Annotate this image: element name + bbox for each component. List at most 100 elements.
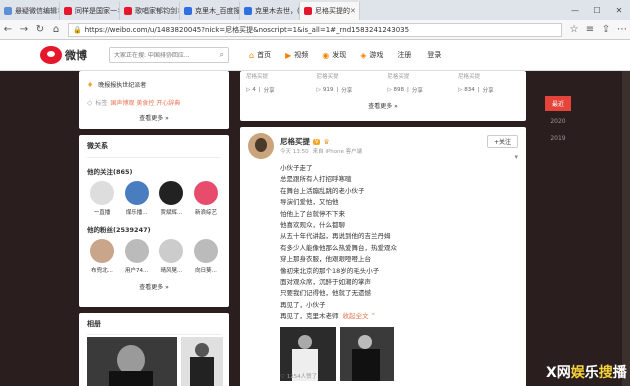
relation-name: 一直播 — [93, 210, 111, 216]
refresh-icon[interactable]: ↻ — [32, 24, 48, 35]
photo-thumb-1[interactable] — [87, 337, 177, 386]
post-line-text: 只要我们记得他，他就了无遗憾 — [280, 289, 371, 298]
video-stats: ▷ 4 | 分享 — [246, 86, 308, 94]
tags-value[interactable]: 国声博观 美食控 开心辞典 — [110, 98, 180, 107]
like-icon: ♡ — [280, 374, 287, 380]
nav-item-label: 游戏 — [369, 51, 384, 59]
post-line: 在舞台上活蹦乱跳的老小伙子 — [280, 186, 500, 197]
browser-tab[interactable]: 克里木_百度搜✕ — [180, 2, 240, 20]
fans-list: 布兜北... 用户74... 晴风晃... 向日葵... — [87, 239, 221, 274]
tags-label: 标签 — [95, 100, 108, 107]
search-input[interactable] — [114, 51, 220, 59]
author-name[interactable]: 尼格买提 — [280, 136, 310, 147]
url-text: https://weibo.com/u/1483820045?nick=尼格买提… — [84, 25, 410, 34]
year-item[interactable]: 2020 — [545, 115, 571, 128]
tab-close-icon[interactable]: ✕ — [350, 7, 356, 15]
login-link[interactable]: 登录 — [427, 50, 441, 60]
verified-badge: V — [313, 138, 321, 145]
nav-item[interactable]: ◈ 游戏 — [360, 50, 383, 60]
video-author: 尼格买提 — [457, 74, 480, 80]
search-icon[interactable]: ⌕ — [220, 50, 224, 60]
video-share[interactable]: 分享 — [264, 86, 275, 94]
watermark-part-1: X网 — [546, 365, 571, 381]
search-box[interactable]: ⌕ — [109, 47, 229, 63]
address-bar: ← → ↻ ⌂ 🔒 https://weibo.com/u/1483820045… — [0, 20, 630, 40]
browser-tab[interactable]: 歌唱家郁钧剑✕ — [120, 2, 180, 20]
video-item[interactable]: 尼格买提 ▷ 4 | 分享 — [246, 71, 308, 94]
relation-item[interactable]: 一直播 — [87, 181, 117, 216]
browser-tab[interactable]: 同样是国家一✕ — [60, 2, 120, 20]
separator: | — [407, 87, 409, 93]
photo-thumb-2[interactable] — [181, 337, 223, 386]
post-line: 小伙子走了 — [280, 163, 500, 174]
forward-icon[interactable]: → — [16, 24, 32, 35]
favorite-icon[interactable]: ☆ — [566, 24, 582, 35]
watermark-part-2: 娱 — [570, 365, 585, 381]
year-item[interactable]: 2019 — [545, 132, 571, 145]
post-line: 有多少人能像他那么热爱舞台，热爱观众 — [280, 243, 500, 254]
profile-view-more[interactable]: 查看更多 » — [87, 113, 221, 122]
post-line-text: 再见了，克里木老师 — [280, 312, 339, 321]
nav-item[interactable]: ◉ 发现 — [322, 50, 346, 60]
browser-tab[interactable]: 悬疑微信编辑✕ — [0, 2, 60, 20]
video-strip: 尼格买提 ▷ 4 | 分享 尼格买提 ▷ 919 | 分享 尼格买提 ▷ 898 | 分享 尼格买提 ▷ 834 |… — [246, 71, 520, 94]
url-field[interactable]: 🔒 https://weibo.com/u/1483820045?nick=尼格… — [68, 22, 562, 37]
nav-item[interactable]: ⌂ 首页 — [249, 50, 271, 60]
post-line: 再见了，克里木老师 收起全文 ⌃ — [280, 311, 500, 322]
play-icon: ▷ — [246, 87, 251, 93]
video-count: 919 — [322, 87, 334, 93]
post-line: 穿上那身衣服，他艰艰噔噔上台 — [280, 254, 500, 265]
year-item[interactable]: 最近 — [545, 96, 571, 111]
relation-item[interactable]: 用户74... — [122, 239, 152, 274]
post-text: 小伙子走了 总是跟所有人打招呼寒暄 在舞台上活蹦乱跳的老小伙子 导演们爱他，又怕他 怕他… — [280, 163, 500, 381]
fans-label[interactable]: 他的粉丝(2539247) — [87, 224, 221, 234]
relation-name: 向日葵... — [195, 268, 217, 274]
avatar — [90, 239, 114, 263]
collapse-link[interactable]: 收起全文 — [343, 312, 369, 320]
relation-item[interactable]: 晴风晃... — [156, 239, 186, 274]
relation-item[interactable]: 煤乐播... — [122, 181, 152, 216]
avatar — [90, 181, 114, 205]
watermark: X网娱乐搜播 — [546, 362, 627, 382]
relation-item[interactable]: 向日葵... — [191, 239, 221, 274]
browser-tab[interactable]: 克里木去世，(✕ — [240, 2, 300, 20]
collapse-icon[interactable]: ⌃ — [371, 312, 376, 320]
video-share[interactable]: 分享 — [412, 86, 423, 94]
video-share[interactable]: 分享 — [341, 86, 352, 94]
relation-item[interactable]: 贾斌辉... — [156, 181, 186, 216]
hub-icon[interactable]: ≡ — [582, 24, 598, 35]
video-item[interactable]: 尼格买提 ▷ 898 | 分享 — [387, 71, 449, 94]
weibo-logo[interactable]: 微博 — [40, 46, 87, 64]
share-icon[interactable]: ⇪ — [598, 24, 614, 35]
maximize-icon[interactable]: ☐ — [586, 6, 608, 15]
back-icon[interactable]: ← — [0, 24, 16, 35]
register-link[interactable]: 注册 — [397, 50, 411, 60]
relations-card: 微关系 他的关注(865) 一直播 煤乐播... 贾斌辉... 新浪综艺 他的粉丝(2… — [79, 135, 229, 307]
tag-icon: ◇ — [87, 98, 93, 107]
relation-item[interactable]: 布兜北... — [87, 239, 117, 274]
more-icon[interactable]: ⋯ — [614, 24, 630, 35]
author-avatar[interactable] — [248, 133, 274, 159]
relation-item[interactable]: 新浪综艺 — [191, 181, 221, 216]
post-menu-icon[interactable]: ▾ — [514, 153, 518, 161]
follow-button[interactable]: +关注 — [486, 135, 518, 148]
follows-label[interactable]: 他的关注(865) — [87, 166, 221, 176]
videos-view-more[interactable]: 查看更多 » — [246, 101, 520, 110]
separator: | — [477, 87, 480, 93]
post-source: 来自 iPhone 客户端 — [312, 149, 363, 155]
close-window-icon[interactable]: ✕ — [608, 6, 630, 15]
info-icon: ♦ — [87, 80, 94, 89]
home-browser-icon[interactable]: ⌂ — [48, 24, 64, 35]
relations-view-more[interactable]: 查看更多 » — [87, 282, 221, 291]
nav-links: ⌂ 首页 ▶ 视频 ◉ 发现 ◈ 游戏 — [249, 50, 397, 60]
post-photo-2[interactable] — [340, 327, 394, 381]
video-share[interactable]: 分享 — [483, 86, 494, 94]
video-item[interactable]: 尼格买提 ▷ 919 | 分享 — [317, 71, 379, 94]
nav-item[interactable]: ▶ 视频 — [285, 50, 308, 60]
post-time[interactable]: 今天 13:50 — [280, 147, 309, 155]
nav-item-label: 视频 — [294, 51, 309, 59]
minimize-icon[interactable]: — — [564, 6, 586, 15]
browser-tab[interactable]: 尼格买提的 ✕ — [300, 2, 360, 20]
vertical-scrollbar[interactable] — [622, 71, 630, 386]
video-item[interactable]: 尼格买提 ▷ 834 | 分享 — [458, 71, 520, 94]
